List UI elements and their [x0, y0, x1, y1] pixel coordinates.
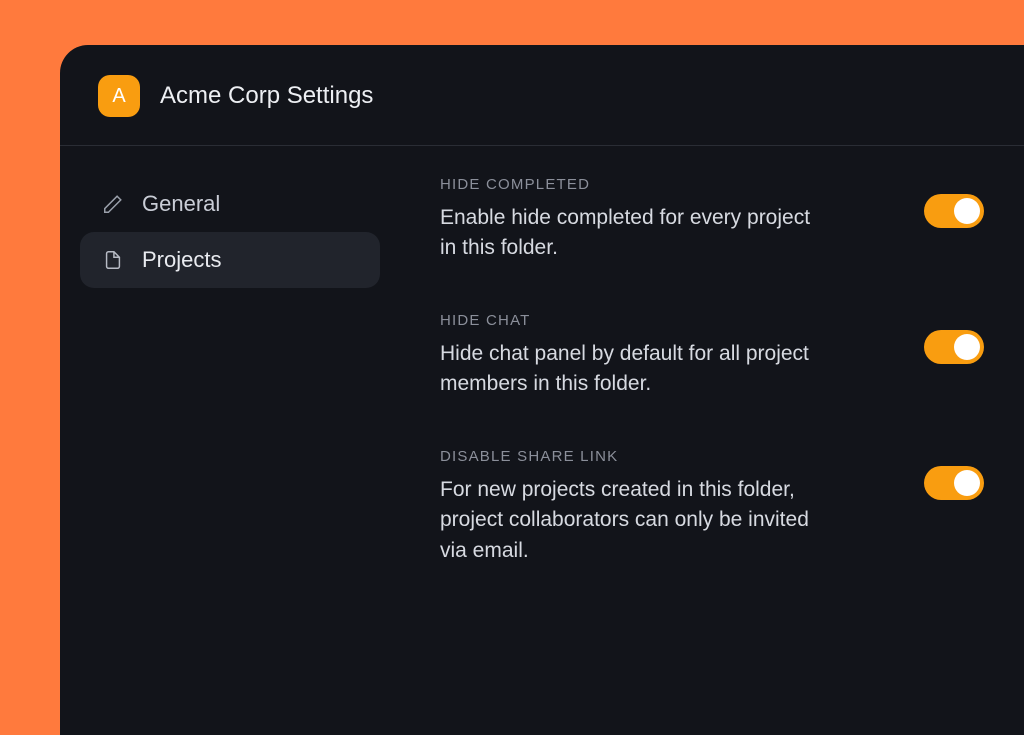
toggle-hide-chat[interactable]	[924, 330, 984, 364]
content: General Projects HIDE COMPLETED Enable h…	[60, 146, 1024, 614]
setting-text: HIDE COMPLETED Enable hide completed for…	[440, 176, 820, 264]
setting-disable-share-link: DISABLE SHARE LINK For new projects crea…	[440, 448, 984, 566]
settings-list: HIDE COMPLETED Enable hide completed for…	[400, 176, 1024, 614]
toggle-knob	[954, 198, 980, 224]
setting-title: HIDE CHAT	[440, 312, 820, 329]
toggle-disable-share-link[interactable]	[924, 466, 984, 500]
setting-title: HIDE COMPLETED	[440, 176, 820, 193]
sidebar-item-general[interactable]: General	[80, 176, 380, 232]
sidebar-item-projects[interactable]: Projects	[80, 232, 380, 288]
setting-hide-completed: HIDE COMPLETED Enable hide completed for…	[440, 176, 984, 264]
setting-description: Hide chat panel by default for all proje…	[440, 339, 820, 400]
toggle-knob	[954, 334, 980, 360]
document-icon	[102, 249, 124, 271]
page-title: Acme Corp Settings	[160, 82, 373, 110]
sidebar-item-label: General	[142, 191, 220, 217]
toggle-knob	[954, 470, 980, 496]
sidebar-item-label: Projects	[142, 247, 221, 273]
avatar-letter: A	[112, 85, 125, 108]
org-avatar: A	[98, 75, 140, 117]
setting-hide-chat: HIDE CHAT Hide chat panel by default for…	[440, 312, 984, 400]
sidebar: General Projects	[60, 176, 400, 614]
pencil-icon	[102, 193, 124, 215]
setting-description: Enable hide completed for every project …	[440, 203, 820, 264]
toggle-hide-completed[interactable]	[924, 194, 984, 228]
setting-description: For new projects created in this folder,…	[440, 475, 820, 566]
setting-title: DISABLE SHARE LINK	[440, 448, 820, 465]
setting-text: DISABLE SHARE LINK For new projects crea…	[440, 448, 820, 566]
settings-window: A Acme Corp Settings General Projects	[60, 45, 1024, 735]
setting-text: HIDE CHAT Hide chat panel by default for…	[440, 312, 820, 400]
header: A Acme Corp Settings	[60, 45, 1024, 146]
